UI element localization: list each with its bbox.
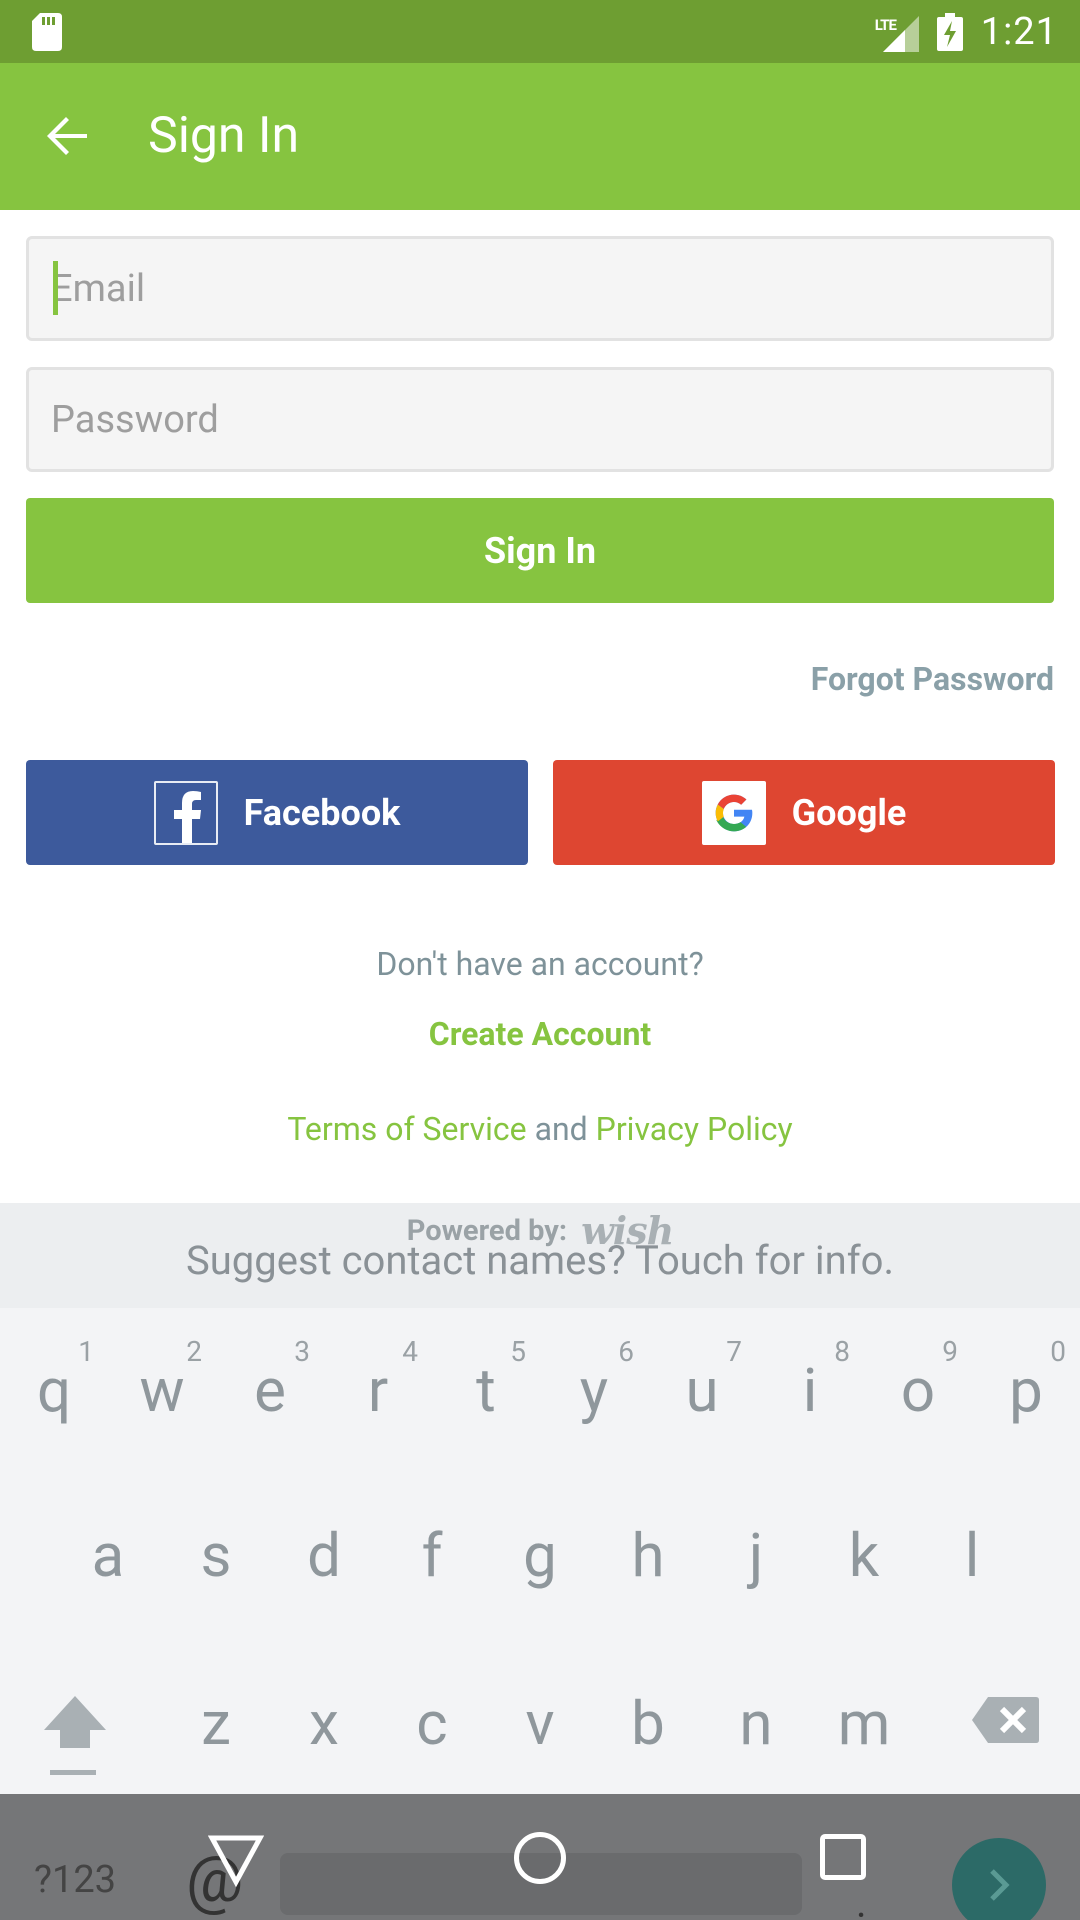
- facebook-label: Facebook: [243, 791, 401, 834]
- key-letter: e: [254, 1355, 286, 1426]
- status-bar: LTE 1:21: [0, 0, 1080, 63]
- key-z[interactable]: z: [162, 1688, 270, 1759]
- key-q[interactable]: 1q: [0, 1335, 108, 1426]
- key-l[interactable]: l: [918, 1520, 1026, 1591]
- key-letter: t: [476, 1355, 496, 1426]
- key-p[interactable]: 0p: [972, 1335, 1080, 1426]
- nav-back-icon[interactable]: [208, 1832, 264, 1888]
- facebook-icon: [153, 780, 218, 845]
- key-letter: w: [139, 1355, 185, 1426]
- key-g[interactable]: g: [486, 1520, 594, 1591]
- nav-recents-icon[interactable]: [820, 1834, 866, 1880]
- key-letter: i: [802, 1355, 818, 1426]
- key-hint-number: 7: [726, 1335, 742, 1368]
- suggestion-text[interactable]: Suggest contact names? Touch for info.: [0, 1237, 1080, 1284]
- key-j[interactable]: j: [702, 1520, 810, 1591]
- key-k[interactable]: k: [810, 1520, 918, 1591]
- key-y[interactable]: 6y: [540, 1335, 648, 1426]
- create-account-link[interactable]: Create Account: [0, 1015, 1080, 1053]
- key-letter: q: [36, 1355, 72, 1426]
- key-c[interactable]: c: [378, 1688, 486, 1759]
- email-input[interactable]: [51, 266, 1051, 311]
- key-w[interactable]: 2w: [108, 1335, 216, 1426]
- and-text: and: [534, 1110, 588, 1148]
- password-input[interactable]: [51, 397, 1051, 442]
- no-account-text: Don't have an account?: [376, 945, 704, 983]
- chevron-right-icon: [990, 1869, 1010, 1901]
- key-hint-number: 0: [1050, 1335, 1066, 1368]
- key-letter: o: [900, 1355, 936, 1426]
- key-hint-number: 4: [402, 1335, 418, 1368]
- nav-home-icon[interactable]: [514, 1832, 566, 1884]
- page-title: Sign In: [148, 107, 300, 165]
- app-bar: Sign In: [0, 63, 1080, 210]
- key-v[interactable]: v: [486, 1688, 594, 1759]
- key-m[interactable]: m: [810, 1688, 918, 1759]
- key-t[interactable]: 5t: [432, 1335, 540, 1426]
- key-u[interactable]: 7u: [648, 1335, 756, 1426]
- password-field[interactable]: [26, 367, 1054, 472]
- key-d[interactable]: d: [270, 1520, 378, 1591]
- key-hint-number: 6: [618, 1335, 634, 1368]
- privacy-link[interactable]: Privacy Policy: [596, 1110, 793, 1148]
- period-key[interactable]: .: [856, 1880, 867, 1920]
- key-x[interactable]: x: [270, 1688, 378, 1759]
- clock: 1:21: [980, 10, 1058, 54]
- sign-in-button[interactable]: Sign In: [26, 498, 1054, 603]
- arrow-back-icon: [47, 117, 87, 155]
- key-f[interactable]: f: [378, 1520, 486, 1591]
- key-a[interactable]: a: [54, 1520, 162, 1591]
- key-hint-number: 3: [294, 1335, 310, 1368]
- lte-signal-icon: LTE: [875, 12, 919, 52]
- key-letter: u: [685, 1355, 719, 1426]
- key-e[interactable]: 3e: [216, 1335, 324, 1426]
- facebook-login-button[interactable]: Facebook: [26, 760, 528, 865]
- back-button[interactable]: [34, 103, 100, 169]
- battery-charging-icon: [936, 13, 963, 51]
- key-n[interactable]: n: [702, 1688, 810, 1759]
- key-h[interactable]: h: [594, 1520, 702, 1591]
- key-b[interactable]: b: [594, 1688, 702, 1759]
- google-icon: [701, 780, 766, 845]
- key-letter: p: [1009, 1355, 1043, 1426]
- key-hint-number: 8: [834, 1335, 850, 1368]
- key-i[interactable]: 8i: [756, 1335, 864, 1426]
- symbols-key[interactable]: ?123: [34, 1858, 116, 1902]
- key-s[interactable]: s: [162, 1520, 270, 1591]
- shift-icon[interactable]: [40, 1690, 110, 1780]
- backspace-icon[interactable]: [970, 1695, 1040, 1745]
- forgot-password-link[interactable]: Forgot Password: [811, 660, 1054, 698]
- key-r[interactable]: 4r: [324, 1335, 432, 1426]
- key-letter: y: [579, 1355, 609, 1426]
- key-hint-number: 9: [942, 1335, 958, 1368]
- text-cursor: [53, 261, 58, 315]
- key-letter: r: [367, 1355, 389, 1426]
- email-field[interactable]: [26, 236, 1054, 341]
- key-o[interactable]: 9o: [864, 1335, 972, 1426]
- legal-links: Terms of Service and Privacy Policy: [0, 1110, 1080, 1148]
- key-hint-number: 1: [78, 1335, 94, 1368]
- key-hint-number: 5: [510, 1335, 526, 1368]
- google-label: Google: [791, 791, 907, 834]
- key-hint-number: 2: [186, 1335, 202, 1368]
- google-login-button[interactable]: Google: [553, 760, 1055, 865]
- terms-link[interactable]: Terms of Service: [287, 1110, 526, 1148]
- sd-card-icon: [32, 13, 62, 51]
